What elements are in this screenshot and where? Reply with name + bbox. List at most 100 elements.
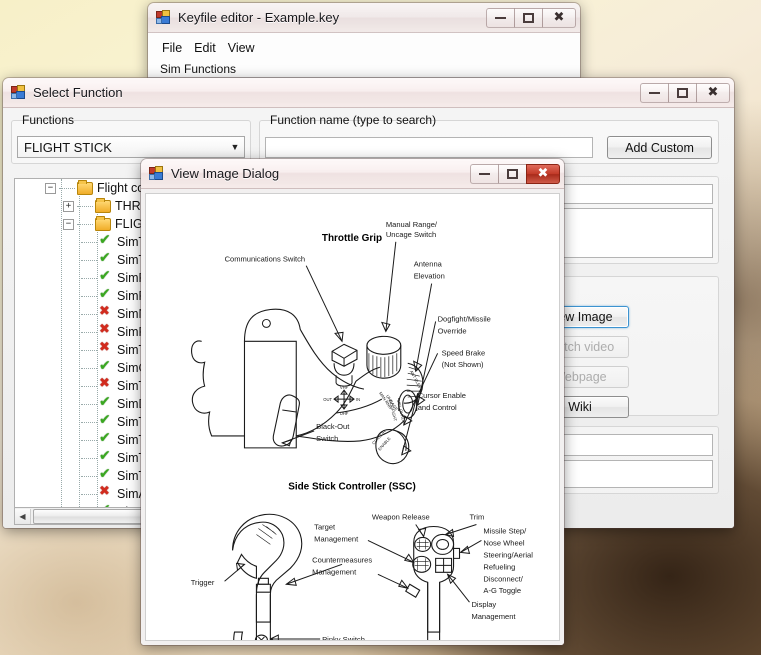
tree-connector (81, 368, 97, 369)
collapse-icon[interactable]: − (63, 219, 74, 230)
comms-axis-cross: VHF OUT IN UHF (323, 385, 360, 416)
check-icon (99, 415, 113, 429)
tree-guideline (61, 179, 62, 508)
svg-text:OUT: OUT (323, 397, 332, 402)
svg-text:Missile Step/: Missile Step/ (483, 526, 527, 535)
function-name-group-label: Function name (type to search) (267, 113, 439, 127)
chevron-down-icon[interactable]: ▼ (226, 137, 244, 157)
keyfile-editor-window-buttons: ✖ (486, 8, 576, 28)
tree-connector (81, 260, 97, 261)
add-custom-button[interactable]: Add Custom (607, 136, 712, 159)
svg-text:Display: Display (471, 600, 496, 609)
keyfile-editor-titlebar[interactable]: Keyfile editor - Example.key ✖ (148, 3, 580, 33)
svg-text:Antenna: Antenna (414, 260, 443, 269)
chevron-left-icon[interactable]: ◀ (15, 509, 31, 524)
select-function-titlebar[interactable]: Select Function ✖ (3, 78, 734, 108)
svg-text:(Not Shown): (Not Shown) (442, 360, 484, 369)
keyfile-editor-body: File Edit View Sim Functions (148, 33, 580, 80)
svg-text:Management: Management (471, 612, 516, 621)
svg-text:Refueling: Refueling (483, 562, 515, 571)
svg-text:Trim: Trim (469, 513, 484, 522)
menu-item-edit[interactable]: Edit (194, 39, 228, 57)
svg-text:IN: IN (356, 397, 360, 402)
menu-item-view[interactable]: View (228, 39, 267, 57)
close-icon[interactable]: ✖ (542, 8, 576, 28)
cross-icon (99, 487, 113, 501)
cross-icon (99, 379, 113, 393)
svg-text:Elevation: Elevation (414, 272, 445, 281)
svg-text:Uncage Switch: Uncage Switch (386, 230, 436, 239)
tree-connector (81, 440, 97, 441)
tree-guideline (97, 207, 98, 508)
expand-icon[interactable]: + (63, 201, 74, 212)
svg-text:Countermeasures: Countermeasures (312, 555, 372, 564)
svg-text:VHF: VHF (340, 385, 349, 390)
tab-sim-functions[interactable]: Sim Functions (160, 62, 236, 78)
check-icon (99, 451, 113, 465)
tree-connector (81, 458, 97, 459)
hotas-diagram-image: Throttle Grip (145, 193, 560, 641)
svg-text:Target: Target (314, 522, 336, 531)
svg-text:Speed Brake: Speed Brake (442, 348, 486, 357)
check-icon (99, 469, 113, 483)
check-icon (99, 397, 113, 411)
view-image-dialog-window[interactable]: View Image Dialog ✖ Throttle Grip (141, 159, 564, 645)
maximize-icon[interactable] (668, 83, 697, 103)
cross-icon (99, 343, 113, 357)
tree-connector (81, 314, 97, 315)
svg-text:UHF: UHF (340, 411, 349, 416)
tree-connector (81, 422, 97, 423)
tree-connector (81, 476, 97, 477)
menu-item-file[interactable]: File (162, 39, 194, 57)
svg-text:Switch: Switch (316, 434, 338, 443)
app-icon (11, 85, 26, 100)
search-input[interactable] (265, 137, 593, 158)
minimize-icon[interactable] (486, 8, 515, 28)
tree-guideline (79, 189, 80, 508)
tree-connector (81, 350, 97, 351)
svg-text:Override: Override (438, 326, 467, 335)
maximize-icon[interactable] (514, 8, 543, 28)
tree-connector (81, 242, 97, 243)
device-combo-value: FLIGHT STICK (24, 140, 112, 155)
check-icon (99, 271, 113, 285)
check-icon (99, 433, 113, 447)
svg-text:Black-Out: Black-Out (316, 422, 350, 431)
keyfile-editor-tabstrip: Sim Functions (148, 59, 580, 78)
svg-text:Manual Range/: Manual Range/ (386, 220, 438, 229)
svg-text:Disconnect/: Disconnect/ (483, 574, 523, 583)
svg-text:Dogfight/Missile: Dogfight/Missile (438, 314, 491, 323)
tree-connector (81, 278, 97, 279)
tree-connector (81, 404, 97, 405)
minimize-icon[interactable] (640, 83, 669, 103)
minimize-icon[interactable] (470, 164, 499, 184)
callout-communications-switch: Communications Switch (225, 255, 306, 264)
maximize-icon[interactable] (498, 164, 527, 184)
collapse-icon[interactable]: − (45, 183, 56, 194)
tree-connector (81, 296, 97, 297)
svg-text:A-G Toggle: A-G Toggle (483, 586, 521, 595)
functions-group-label: Functions (19, 113, 77, 127)
tree-connector (81, 386, 97, 387)
device-combo[interactable]: FLIGHT STICK ▼ (17, 136, 245, 158)
view-image-dialog-body: Throttle Grip (141, 189, 564, 645)
check-icon (99, 235, 113, 249)
view-image-dialog-window-buttons: ✖ (470, 164, 560, 184)
close-icon[interactable]: ✖ (526, 164, 560, 184)
svg-text:Nose Wheel: Nose Wheel (483, 538, 524, 547)
close-icon[interactable]: ✖ (696, 83, 730, 103)
folder-icon (95, 218, 111, 231)
folder-icon (95, 200, 111, 213)
keyfile-editor-title: Keyfile editor - Example.key (178, 10, 486, 25)
select-function-window-buttons: ✖ (640, 83, 730, 103)
view-image-dialog-titlebar[interactable]: View Image Dialog ✖ (141, 159, 564, 189)
check-icon (99, 253, 113, 267)
app-icon (149, 166, 164, 181)
tree-connector (81, 332, 97, 333)
check-icon (99, 361, 113, 375)
check-icon (99, 289, 113, 303)
keyfile-editor-window[interactable]: Keyfile editor - Example.key ✖ File Edit… (148, 3, 580, 80)
side-stick-title: Side Stick Controller (SSC) (288, 482, 416, 493)
svg-text:Steering/Aerial: Steering/Aerial (483, 550, 533, 559)
app-icon (156, 10, 171, 25)
